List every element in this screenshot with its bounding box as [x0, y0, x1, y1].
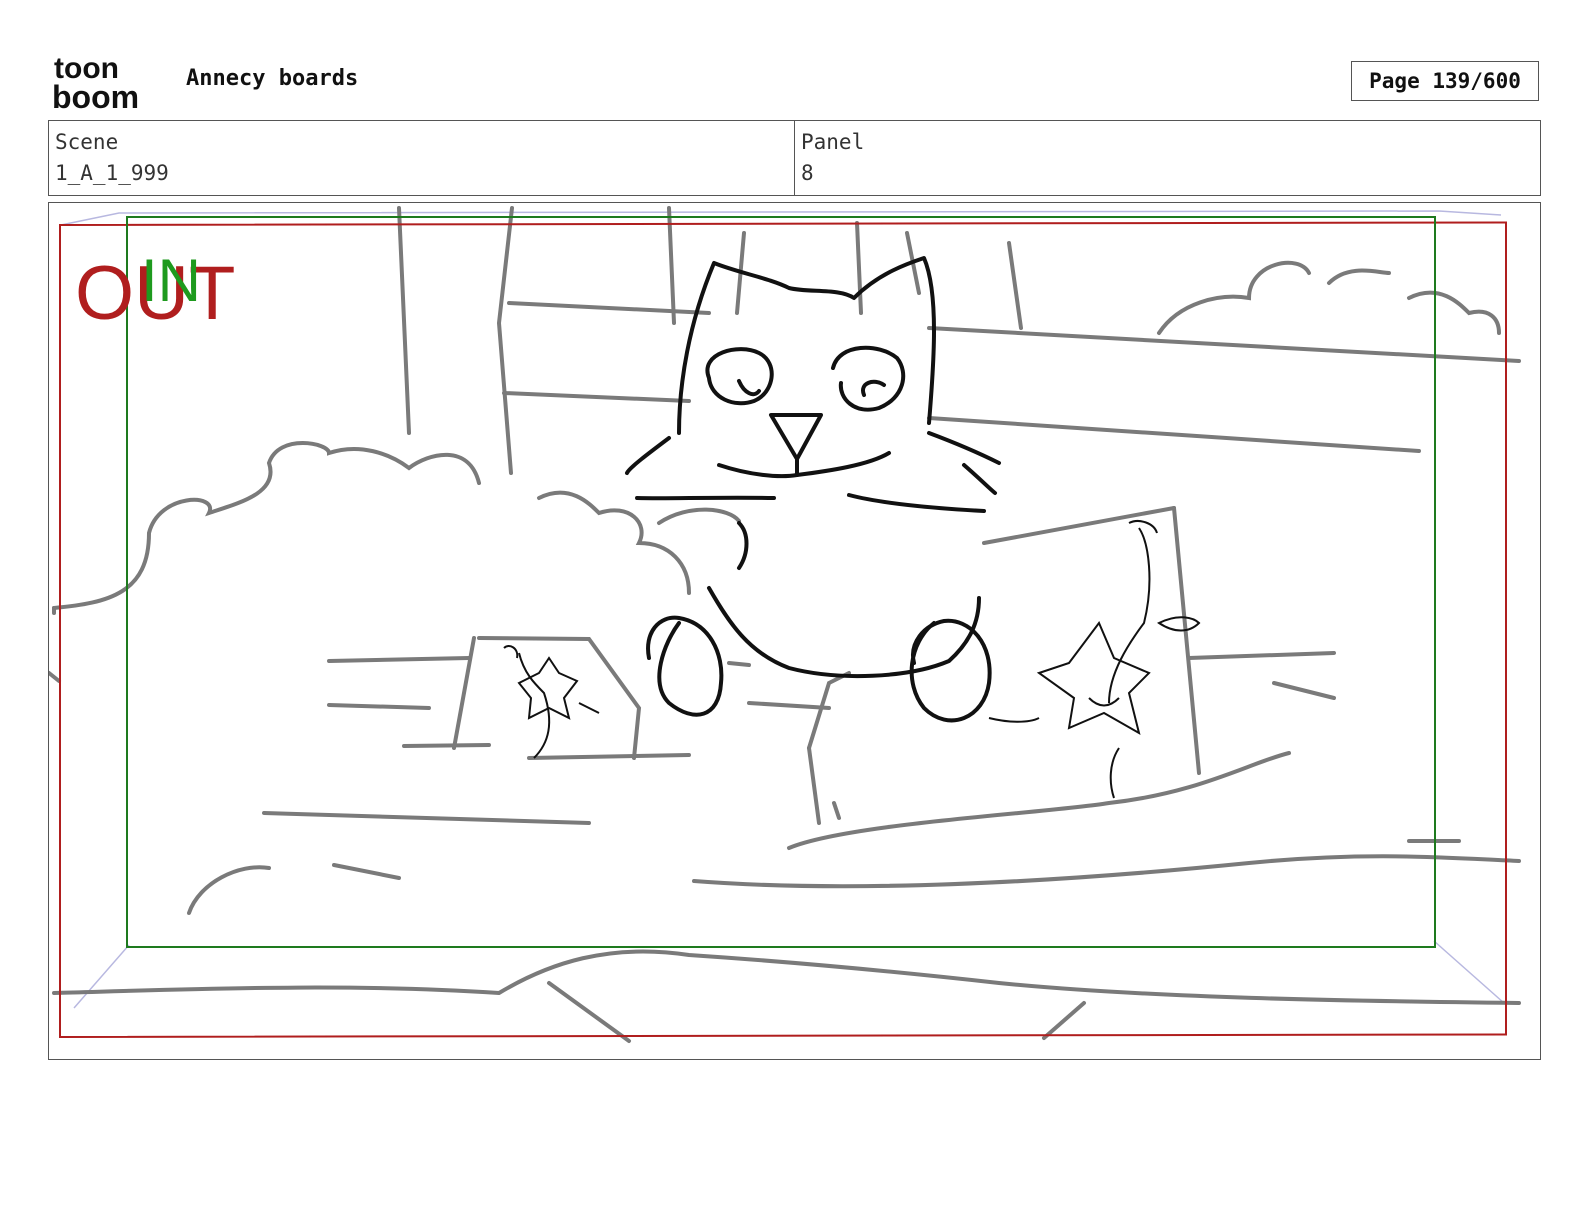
- scene-panel-info: Scene 1_A_1_999 Panel 8: [48, 120, 1541, 196]
- in-frame: [126, 216, 1436, 948]
- storyboard-panel: OUT IN: [48, 202, 1541, 1060]
- panel-label: Panel: [801, 130, 865, 154]
- panel-value: 8: [801, 161, 814, 185]
- scene-value: 1_A_1_999: [55, 161, 169, 185]
- project-title: Annecy boards: [186, 66, 359, 91]
- panel-sketch: OUT IN: [49, 206, 1521, 1043]
- page-indicator: Page 139/600: [1351, 61, 1539, 101]
- logo-text-bottom: boom: [52, 79, 139, 110]
- in-marker: IN: [141, 247, 201, 314]
- out-frame: [59, 221, 1507, 1038]
- camera-guides: [60, 210, 1505, 1009]
- background-sketch: [49, 206, 1521, 1043]
- panel-cell: Panel 8: [794, 121, 1540, 195]
- scene-cell: Scene 1_A_1_999: [49, 121, 794, 195]
- scene-label: Scene: [55, 130, 119, 154]
- toon-boom-logo: toon boom: [52, 52, 164, 115]
